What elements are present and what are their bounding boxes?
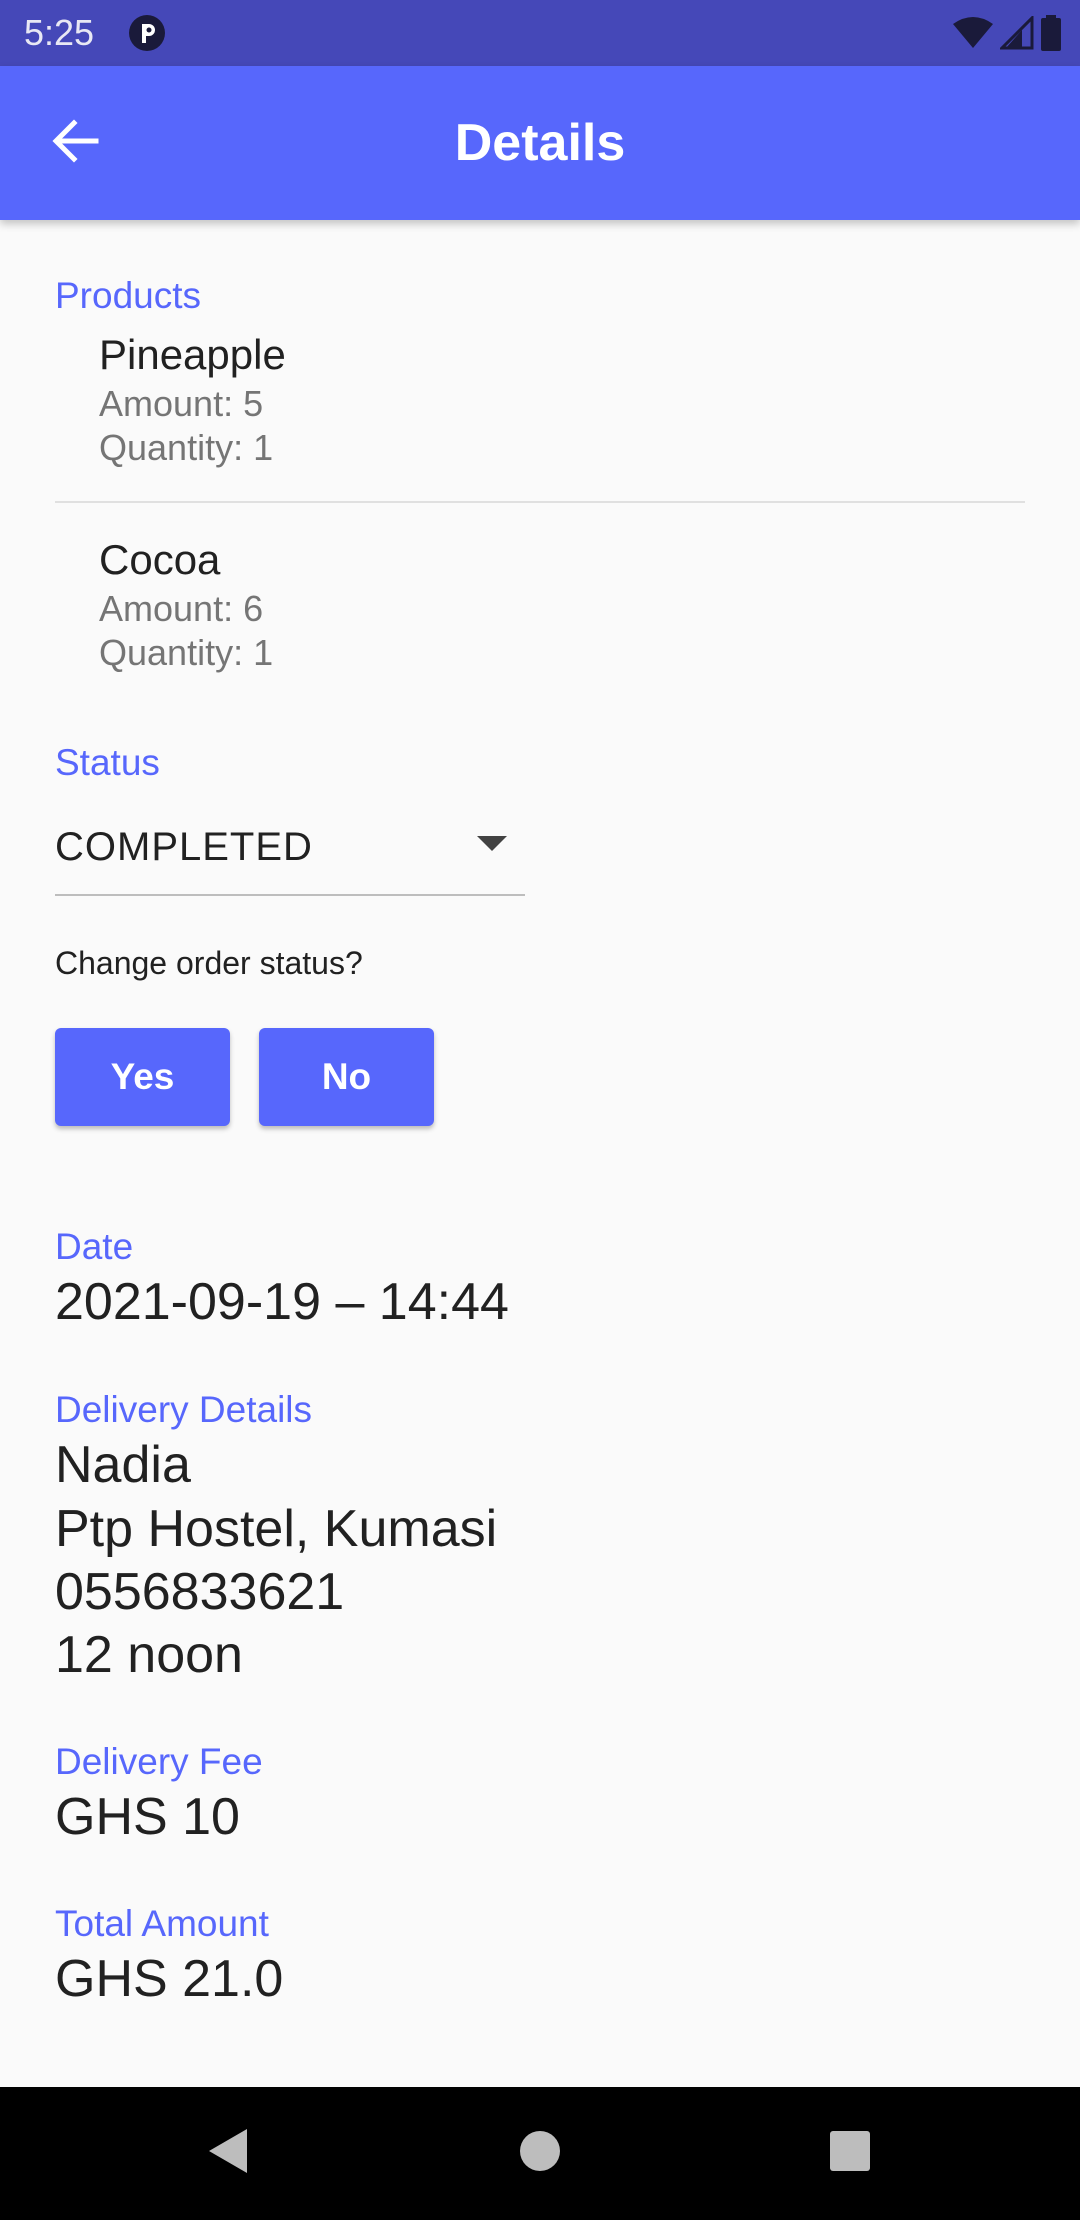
status-icons [952, 14, 1062, 52]
nav-recents-button[interactable] [810, 2113, 890, 2193]
delivery-fee-value: GHS 10 [55, 1788, 240, 1846]
nav-back-icon [205, 2127, 251, 2180]
total-amount-value: GHS 21.0 [55, 1950, 284, 2008]
products-label: Products [55, 275, 202, 316]
status-bar: 5:25 [0, 0, 1080, 66]
product-amount: Amount: 5 [99, 383, 264, 424]
screen: 5:25 Details Products Pineapple Amount: … [0, 0, 1080, 2220]
product-name: Pineapple [99, 331, 286, 378]
date-label: Date [55, 1226, 134, 1267]
page-title: Details [454, 114, 626, 172]
delivery-time: 12 noon [55, 1626, 243, 1684]
delivery-details-label: Delivery Details [55, 1389, 313, 1430]
delivery-address: Ptp Hostel, Kumasi [55, 1500, 498, 1558]
nav-recents-icon [829, 2130, 871, 2177]
status-dropdown-value: COMPLETED [55, 825, 313, 869]
status-label: Status [55, 742, 160, 783]
product-name: Cocoa [99, 536, 221, 583]
nav-home-button[interactable] [500, 2113, 580, 2193]
notification-p-icon [128, 14, 166, 52]
total-amount-label: Total Amount [55, 1903, 269, 1944]
product-amount: Amount: 6 [99, 588, 264, 629]
nav-back-button[interactable] [188, 2113, 268, 2193]
dropdown-arrow-icon [477, 836, 507, 851]
delivery-fee-label: Delivery Fee [55, 1741, 263, 1782]
change-status-question: Change order status? [55, 945, 363, 981]
status-dropdown[interactable]: COMPLETED [55, 798, 525, 896]
battery-icon [1040, 15, 1062, 51]
product-quantity: Quantity: 1 [99, 427, 274, 468]
system-nav-bar [0, 2087, 1080, 2220]
delivery-phone: 0556833621 [55, 1563, 345, 1621]
wifi-icon [952, 16, 994, 50]
yes-button[interactable]: Yes [55, 1028, 230, 1126]
no-button[interactable]: No [259, 1028, 434, 1126]
nav-home-icon [519, 2130, 561, 2177]
signal-icon [1000, 16, 1034, 50]
product-quantity: Quantity: 1 [99, 632, 274, 673]
delivery-name: Nadia [55, 1436, 191, 1494]
date-value: 2021-09-19 – 14:44 [55, 1273, 509, 1331]
status-time: 5:25 [24, 12, 95, 53]
product-divider [55, 501, 1025, 503]
app-bar: Details [0, 66, 1080, 220]
